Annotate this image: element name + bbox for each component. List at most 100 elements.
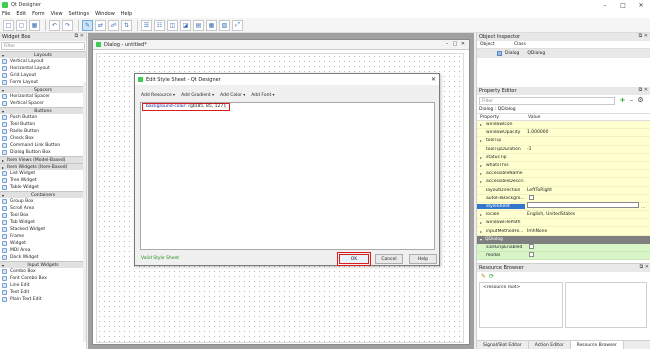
edit-signals-icon[interactable]: ⇄ (95, 19, 106, 31)
menu-window[interactable]: Window (95, 11, 115, 17)
widget-item[interactable]: Scroll Area (0, 205, 86, 212)
widget-category[interactable]: ▸ Item Views (Model-Based) (0, 156, 86, 163)
menu-settings[interactable]: Settings (69, 11, 90, 17)
new-file-icon[interactable]: □ (3, 19, 14, 31)
add-gradient-button[interactable]: Add Gradient (181, 92, 214, 98)
edit-buddies-icon[interactable]: ☍ (108, 19, 119, 31)
widget-item[interactable]: Group Box (0, 198, 86, 205)
property-row[interactable]: windowOpacity 1.000000 (477, 129, 650, 138)
widget-item[interactable]: Command Link Button (0, 142, 86, 149)
widget-item[interactable]: List Widget (0, 170, 86, 177)
expand-icon[interactable]: ▸ (480, 179, 482, 184)
expand-icon[interactable]: ▸ (480, 212, 482, 217)
property-row[interactable]: sizeGripEnabled (477, 243, 650, 252)
resource-tree[interactable]: <resource root> (479, 282, 563, 328)
menu-file[interactable]: File (2, 11, 10, 17)
widget-item[interactable]: Table Widget (0, 184, 86, 191)
save-icon[interactable]: ▦ (29, 19, 40, 31)
menu-form[interactable]: Form (32, 11, 45, 17)
edit-widgets-icon[interactable]: ✎ (82, 19, 93, 31)
property-row[interactable]: ▸ accessibleDescri... (477, 178, 650, 187)
form-minimize-icon[interactable]: – (443, 41, 451, 48)
layout-form-icon[interactable]: ▤ (193, 19, 204, 31)
form-close-icon[interactable]: ✕ (459, 41, 467, 48)
widget-item[interactable]: Widget (0, 240, 86, 247)
widget-item[interactable]: Tree Widget (0, 177, 86, 184)
checkbox[interactable] (529, 194, 534, 200)
widget-category[interactable]: ▾ Layouts (0, 51, 86, 58)
widget-item[interactable]: Dialog Button Box (0, 149, 86, 156)
property-section-qdialog[interactable]: ▾ QDialog (477, 235, 650, 244)
style-sheet-editor[interactable]: background-color: rgb(85, 85, 127); (140, 102, 435, 250)
widget-item[interactable]: Stacked Widget (0, 226, 86, 233)
property-row[interactable]: ▸ windowIcon (477, 121, 650, 130)
widget-item[interactable]: Dock Widget (0, 254, 86, 261)
panel-float-close-icon[interactable]: ⧉ ✕ (75, 33, 84, 39)
widget-item[interactable]: Grid Layout (0, 72, 86, 79)
property-row[interactable]: ▸ whatsThis (477, 161, 650, 171)
add-resource-button[interactable]: Add Resource (141, 92, 175, 98)
checkbox[interactable] (529, 243, 534, 249)
minimize-icon[interactable]: – (596, 0, 614, 10)
widget-item[interactable]: Radio Button (0, 128, 86, 135)
widget-item[interactable]: Frame (0, 233, 86, 240)
layout-split-h-icon[interactable]: ◫ (167, 19, 178, 31)
ok-button[interactable]: OK (337, 252, 371, 266)
widget-category[interactable]: ▾ Input Widgets (0, 261, 86, 268)
cancel-button[interactable]: Cancel (375, 254, 403, 264)
property-row[interactable]: ▸ inputMethodHi... ImhNone (477, 227, 650, 236)
expand-icon[interactable]: ▸ (480, 155, 482, 160)
edit-stylesheet-button[interactable]: … (641, 205, 646, 210)
widget-item[interactable]: Vertical Layout (0, 58, 86, 65)
widget-item[interactable]: MDI Area (0, 247, 86, 254)
adjust-size-icon[interactable]: ⤢ (232, 19, 243, 31)
resource-root[interactable]: <resource root> (483, 285, 520, 290)
add-font-button[interactable]: Add Font (251, 92, 274, 98)
dialog-close-icon[interactable]: ✕ (431, 76, 436, 83)
widget-category[interactable]: ▾ Spacers (0, 86, 86, 93)
widget-item[interactable]: Font Combo Box (0, 275, 86, 282)
checkbox[interactable] (529, 251, 534, 257)
edit-tab-order-icon[interactable]: ⇅ (121, 19, 132, 31)
add-color-button[interactable]: Add Color (220, 92, 245, 98)
widget-category[interactable]: ▾ Buttons (0, 107, 86, 114)
property-row[interactable]: ▸ locale English, UnitedStates (477, 211, 650, 220)
panel-float-close-icon[interactable]: ⧉ ✕ (640, 264, 649, 270)
form-maximize-icon[interactable]: □ (451, 41, 459, 48)
layout-grid-icon[interactable]: ▦ (206, 19, 217, 31)
widget-item[interactable]: Line Edit (0, 282, 86, 289)
expand-icon[interactable]: ▸ (480, 163, 482, 168)
widget-category[interactable]: ▸ Item Widgets (Item-Based) (0, 163, 86, 170)
open-file-icon[interactable]: ▢ (16, 19, 27, 31)
layout-split-v-icon[interactable]: ◪ (180, 19, 191, 31)
object-row-dialog[interactable]: Dialog QDialog (477, 49, 650, 58)
property-row[interactable]: modal (477, 251, 650, 260)
menu-view[interactable]: View (51, 11, 63, 17)
add-property-icon[interactable]: + (619, 97, 626, 104)
property-row[interactable]: toolTipDuration -1 (477, 145, 650, 154)
widget-item[interactable]: Form Layout (0, 79, 86, 86)
property-row[interactable]: ▸ toolTip (477, 137, 650, 146)
property-row[interactable]: layoutDirection LeftToRight (477, 186, 650, 195)
maximize-icon[interactable]: □ (614, 0, 632, 10)
redo-icon[interactable]: ↷ (62, 19, 73, 31)
expand-icon[interactable]: ▸ (480, 138, 482, 143)
property-value[interactable]: … (525, 202, 646, 210)
layout-horizontal-icon[interactable]: ☰ (141, 19, 152, 31)
tab-resource-browser[interactable]: Resource Browser (570, 341, 624, 349)
property-row[interactable]: styleSheet… (477, 202, 650, 212)
widget-item[interactable]: Horizontal Spacer (0, 93, 86, 100)
tab-signal-slot-editor[interactable]: Signal/Slot Editor (477, 341, 529, 349)
widget-item[interactable]: Vertical Spacer (0, 100, 86, 107)
panel-float-close-icon[interactable]: ⧉ ✕ (639, 33, 648, 39)
layout-vertical-icon[interactable]: ☷ (154, 19, 165, 31)
widget-category[interactable]: ▾ Containers (0, 191, 86, 198)
widget-item[interactable]: Plain Text Edit (0, 296, 86, 303)
undo-icon[interactable]: ↶ (49, 19, 60, 31)
property-row[interactable]: ▸ statusTip (477, 153, 650, 162)
widget-filter-input[interactable]: Filter (1, 42, 85, 50)
break-layout-icon[interactable]: ▧ (219, 19, 230, 31)
widget-item[interactable]: Tab Widget (0, 219, 86, 226)
expand-icon[interactable]: ▸ (480, 122, 482, 127)
expand-icon[interactable]: ▸ (480, 229, 482, 234)
